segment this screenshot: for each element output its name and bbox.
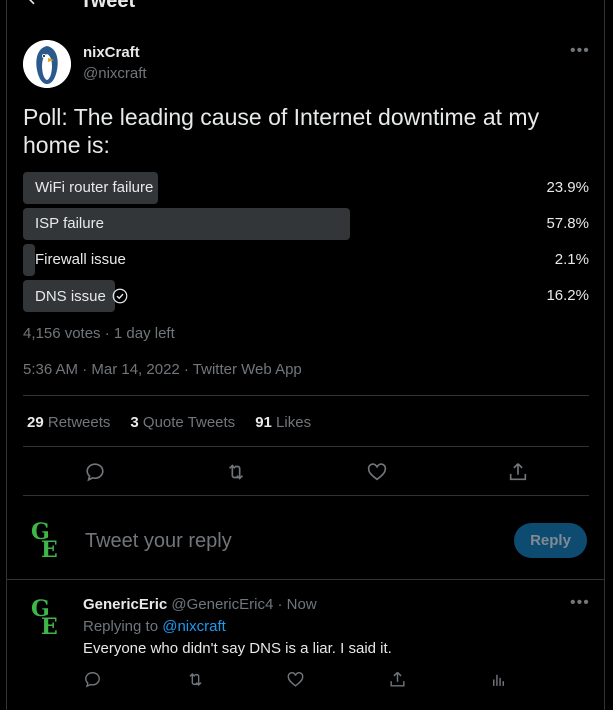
replying-to: Replying to @nixcraft [83,618,226,635]
ge-logo-icon: G E [23,592,71,640]
poll-option: WiFi router failure 23.9% [23,172,589,204]
author-avatar[interactable] [23,40,71,88]
analytics-icon[interactable] [489,670,508,689]
separator-dot: · [277,596,283,613]
poll-option-label: DNS issue [35,287,129,305]
retweets-stat[interactable]: 29 Retweets [27,414,110,431]
svg-text:E: E [41,537,58,563]
poll-option-label: ISP failure [35,215,104,232]
current-user-avatar[interactable]: G E [23,515,71,563]
reply-author-name[interactable]: GenericEric [83,596,167,613]
tweet-timestamp[interactable]: 5:36 AM · Mar 14, 2022 · Twitter Web App [23,361,302,378]
back-arrow-icon[interactable] [24,0,44,8]
share-icon[interactable] [507,461,529,483]
poll-option: DNS issue 16.2% [23,280,589,312]
poll-option-percent: 57.8% [546,215,589,232]
like-icon[interactable] [366,461,388,483]
poll-option-label: Firewall issue [35,251,126,268]
poll-option: Firewall issue 2.1% [23,244,589,276]
penguin-logo-icon [23,40,71,88]
more-options-icon[interactable]: ••• [570,42,590,60]
likes-stat[interactable]: 91 Likes [255,414,311,431]
reply-button[interactable]: Reply [514,523,587,558]
page-title: Tweet [80,0,136,12]
poll-option-percent: 23.9% [546,179,589,196]
reply-reply-icon[interactable] [83,670,102,689]
reply-icon[interactable] [84,461,106,483]
poll-option: ISP failure 57.8% [23,208,589,240]
ge-logo-icon: G E [23,515,71,563]
retweet-icon[interactable] [225,461,247,483]
poll-option-percent: 2.1% [554,251,589,268]
reply-author-avatar[interactable]: G E [23,592,71,640]
reply-share-icon[interactable] [388,670,407,689]
divider [23,446,589,447]
divider [23,395,589,396]
poll-option-label: WiFi router failure [35,179,154,196]
voted-check-icon [112,288,128,304]
reply-input[interactable]: Tweet your reply [85,530,232,553]
replying-to-handle[interactable]: @nixcraft [162,618,226,635]
poll-option-bar [23,244,35,276]
reply-text: Everyone who didn't say DNS is a liar. I… [83,640,392,657]
poll-option-percent: 16.2% [546,287,589,304]
author-handle[interactable]: @nixcraft [83,65,147,82]
reply-header: GenericEric @GenericEric4 · Now [83,596,317,613]
divider [6,579,605,580]
poll-summary: 4,156 votes · 1 day left [23,325,175,342]
quote-tweets-stat[interactable]: 3 Quote Tweets [130,414,235,431]
tweet-text: Poll: The leading cause of Internet down… [23,104,540,158]
reply-time[interactable]: Now [287,596,317,613]
reply-retweet-icon[interactable] [186,670,205,689]
author-name[interactable]: nixCraft [83,44,140,61]
reply-like-icon[interactable] [286,670,305,689]
svg-text:E: E [41,614,58,640]
tweet-stats: 29 Retweets 3 Quote Tweets 91 Likes [27,414,311,431]
divider [23,495,589,496]
reply-author-handle[interactable]: @GenericEric4 [171,596,273,613]
reply-more-options-icon[interactable]: ••• [570,594,590,612]
